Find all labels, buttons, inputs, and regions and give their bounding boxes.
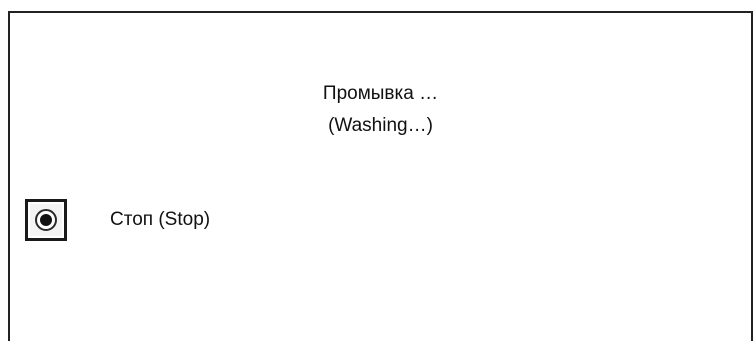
radio-selected-icon <box>35 209 57 231</box>
status-message: Промывка … (Washing…) <box>10 78 751 142</box>
stop-button[interactable] <box>25 199 67 241</box>
status-line-ru: Промывка … <box>322 83 439 104</box>
status-line-en: (Washing…) <box>328 115 433 136</box>
stop-label: Стоп (Stop) <box>110 209 211 230</box>
washing-dialog: Промывка … (Washing…) Стоп (Stop) <box>8 11 753 341</box>
radio-dot <box>40 214 52 226</box>
